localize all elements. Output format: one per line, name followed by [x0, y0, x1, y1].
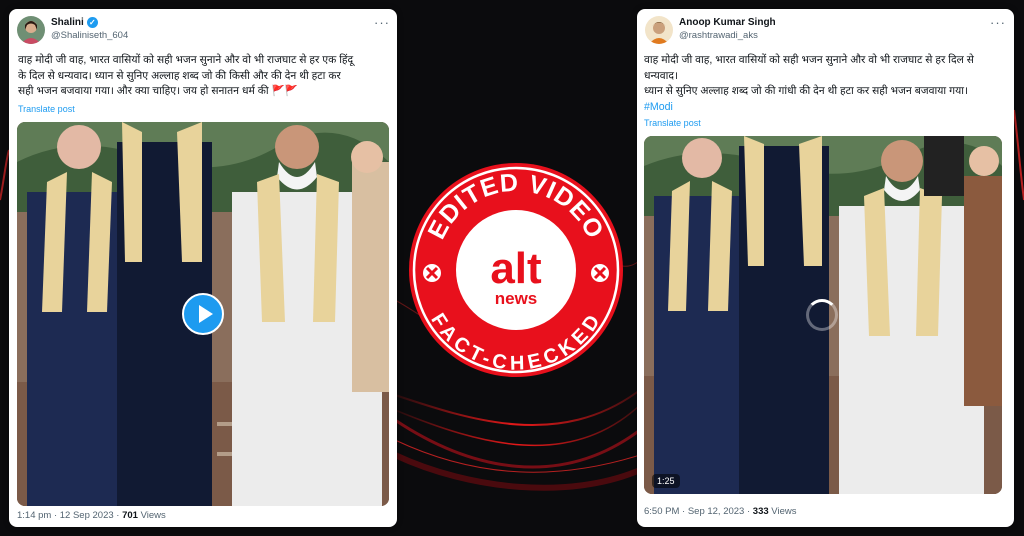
tweet-line: सही भजन बजवाया गया। और क्या चाहिए। जय हो…	[18, 85, 298, 97]
author-name-text[interactable]: Anoop Kumar Singh	[679, 17, 776, 28]
translate-post-link[interactable]: Translate post	[18, 104, 75, 114]
avatar[interactable]	[17, 16, 45, 44]
tweet-line: धन्यवाद।	[644, 69, 679, 82]
author-handle[interactable]: @Shaliniseth_604	[51, 30, 128, 41]
tweet-text: वाह मोदी जी वाह, भारत वासियों को सही भजन…	[644, 53, 1012, 115]
video-player[interactable]: 1:25	[644, 136, 1002, 494]
verified-icon: ✓	[86, 17, 98, 28]
translate-post-link[interactable]: Translate post	[644, 118, 701, 128]
cross-mark-icon	[423, 264, 441, 282]
play-icon[interactable]	[182, 293, 224, 335]
hashtag-link[interactable]: #Modi	[644, 100, 1012, 116]
left-tweet-card[interactable]: Shalini ✓ @Shaliniseth_604 ··· वाह मोदी …	[9, 9, 397, 527]
views-count: 333	[752, 506, 769, 517]
tweet-line: ध्यान से सुनिए अल्लाह शब्द जो की गांधी क…	[644, 85, 968, 97]
author-name-text[interactable]: Shalini	[51, 17, 84, 28]
altnews-logo-sub: news	[495, 289, 538, 308]
tweet-line: वाह मोदी जी वाह, भारत वासियों को सही भजन…	[644, 54, 974, 66]
edited-video-fact-checked-badge: EDITED VIDEO FACT-CHECKED alt news	[409, 163, 623, 377]
avatar-image	[17, 16, 45, 44]
tweet-timestamp[interactable]: 6:50 PM · Sep 12, 2023 ·	[644, 506, 753, 517]
author-name[interactable]: Shalini ✓	[51, 17, 98, 28]
loading-spinner-icon	[806, 299, 838, 331]
more-options-icon[interactable]: ···	[374, 15, 390, 30]
author-name[interactable]: Anoop Kumar Singh	[679, 17, 776, 28]
author-handle[interactable]: @rashtrawadi_aks	[679, 30, 758, 41]
tweet-line: के दिल से धन्यवाद। ध्यान से सुनिए अल्लाह…	[18, 69, 341, 82]
views-count: 701	[122, 510, 138, 521]
views-label: Views	[768, 506, 797, 517]
altnews-logo-main: alt	[490, 244, 542, 293]
tweet-meta: 6:50 PM · Sep 12, 2023 · 333 Views	[644, 506, 796, 517]
tweet-line: वाह मोदी जी वाह, भारत वासियों को सही भजन…	[18, 54, 354, 66]
video-duration: 1:25	[652, 474, 680, 488]
avatar-image	[645, 16, 673, 44]
tweet-text: वाह मोदी जी वाह, भारत वासियों को सही भजन…	[18, 53, 396, 100]
cross-mark-icon	[591, 264, 609, 282]
right-tweet-card[interactable]: Anoop Kumar Singh @rashtrawadi_aks ··· व…	[637, 9, 1014, 527]
more-options-icon[interactable]: ···	[990, 15, 1006, 30]
avatar[interactable]	[645, 16, 673, 44]
tweet-meta: 1:14 pm · 12 Sep 2023 · 701 Views	[17, 510, 166, 521]
views-label: Views	[137, 510, 166, 521]
video-player[interactable]	[17, 122, 389, 506]
tweet-timestamp[interactable]: 1:14 pm · 12 Sep 2023 ·	[17, 510, 122, 521]
